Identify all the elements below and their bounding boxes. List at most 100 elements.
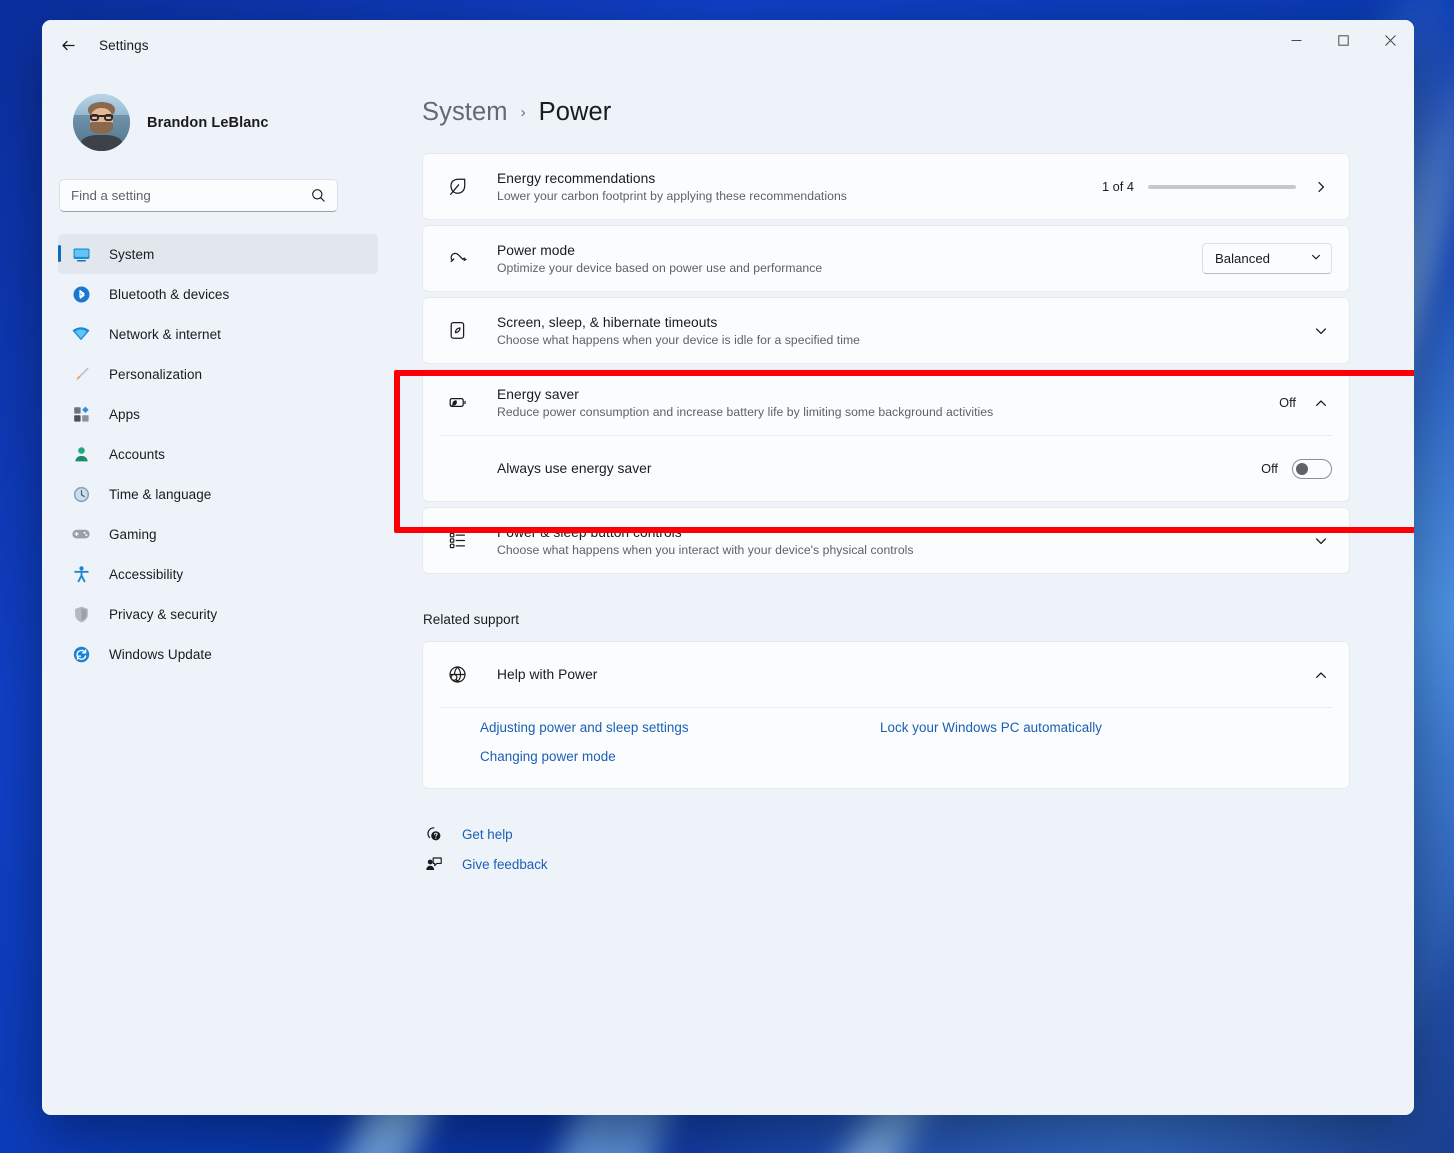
related-support-label: Related support [423, 612, 520, 627]
help-icon [423, 825, 445, 843]
sidebar-item-apps[interactable]: Apps [58, 394, 378, 434]
card-power-sleep-button-controls[interactable]: Power & sleep button controls Choose wha… [422, 507, 1350, 574]
sidebar-item-label: Accounts [109, 446, 165, 462]
chevron-down-icon [1310, 251, 1322, 266]
energy-saver-state: Off [1279, 395, 1296, 410]
avatar [73, 94, 130, 151]
window-title: Settings [99, 37, 149, 53]
power-plug-icon [440, 247, 474, 270]
settings-window: Settings Brandon LeBlanc Find a setting … [42, 20, 1414, 1115]
support-links-column-1: Adjusting power and sleep settings Chang… [480, 720, 880, 764]
sidebar-item-privacy-security[interactable]: Privacy & security [58, 594, 378, 634]
person-icon [67, 445, 95, 464]
chevron-right-icon: › [520, 104, 526, 121]
sidebar-item-label: System [109, 246, 155, 262]
support-links-column-2: Lock your Windows PC automatically [880, 720, 1102, 764]
window-caption-buttons [1273, 20, 1414, 70]
sidebar: Brandon LeBlanc Find a setting System Bl… [42, 70, 394, 1115]
support-links: Adjusting power and sleep settings Chang… [423, 708, 1349, 788]
apps-grid-icon [67, 405, 95, 424]
wifi-icon [67, 324, 95, 344]
breadcrumb: System › Power [422, 98, 1350, 127]
refresh-circle-icon [67, 645, 95, 664]
chevron-right-icon[interactable] [1310, 176, 1332, 198]
sidebar-item-label: Gaming [109, 526, 157, 542]
sidebar-item-label: Accessibility [109, 566, 184, 582]
profile-name: Brandon LeBlanc [147, 114, 269, 131]
sidebar-item-label: Bluetooth & devices [109, 286, 230, 302]
sidebar-item-label: Time & language [109, 486, 212, 502]
sidebar-item-accounts[interactable]: Accounts [58, 434, 378, 474]
sidebar-item-gaming[interactable]: Gaming [58, 514, 378, 554]
chevron-down-icon[interactable] [1310, 530, 1332, 552]
card-subtitle: Optimize your device based on power use … [497, 260, 823, 275]
globe-search-icon [440, 663, 474, 686]
maximize-button[interactable] [1320, 20, 1367, 60]
shield-icon [67, 605, 95, 624]
back-button[interactable] [51, 28, 85, 62]
paintbrush-icon [67, 365, 95, 384]
card-subtitle: Reduce power consumption and increase ba… [497, 404, 994, 419]
sidebar-nav: System Bluetooth & devices Network & int… [58, 234, 378, 674]
give-feedback-link[interactable]: Give feedback [423, 855, 1350, 873]
footer-links: Get help Give feedback [422, 825, 1350, 873]
card-title: Power mode [497, 242, 575, 258]
search-input[interactable] [71, 188, 311, 203]
sidebar-item-label: Apps [109, 406, 140, 422]
card-help-with-power[interactable]: Help with Power Adjusting power and slee… [422, 641, 1350, 789]
sidebar-item-system[interactable]: System [58, 234, 378, 274]
always-use-energy-saver-toggle[interactable] [1292, 458, 1332, 479]
progress-label: 1 of 4 [1101, 179, 1134, 194]
search-box[interactable] [59, 179, 338, 212]
card-subtitle: Choose what happens when you interact wi… [497, 542, 914, 557]
support-link[interactable]: Adjusting power and sleep settings [480, 720, 880, 735]
card-title: Screen, sleep, & hibernate timeouts [497, 314, 718, 330]
search-section [59, 179, 378, 212]
sidebar-item-label: Windows Update [109, 646, 212, 662]
profile-section[interactable]: Brandon LeBlanc [58, 70, 378, 151]
chevron-up-icon[interactable] [1310, 392, 1332, 414]
power-mode-dropdown[interactable]: Balanced [1202, 243, 1332, 274]
card-subtitle: Lower your carbon footprint by applying … [497, 188, 847, 203]
get-help-link[interactable]: Get help [423, 825, 1350, 843]
card-screen-sleep-hibernate-timeouts[interactable]: Screen, sleep, & hibernate timeouts Choo… [422, 297, 1350, 364]
minimize-button[interactable] [1273, 20, 1320, 60]
card-title: Energy recommendations [497, 170, 656, 186]
progress-bar [1148, 184, 1296, 189]
footer-link-label: Give feedback [462, 856, 548, 872]
sidebar-item-network-internet[interactable]: Network & internet [58, 314, 378, 354]
sidebar-item-windows-update[interactable]: Windows Update [58, 634, 378, 674]
support-link[interactable]: Changing power mode [480, 749, 880, 764]
footer-link-label: Get help [462, 826, 513, 842]
card-title: Energy saver [497, 386, 579, 402]
row-always-use-energy-saver: Always use energy saver Off [423, 436, 1349, 501]
chevron-down-icon[interactable] [1310, 320, 1332, 342]
chevron-up-icon[interactable] [1310, 664, 1332, 686]
sidebar-item-label: Privacy & security [109, 606, 218, 622]
titlebar: Settings [42, 20, 1414, 70]
search-icon[interactable] [311, 188, 326, 203]
sidebar-item-label: Network & internet [109, 326, 221, 342]
leaf-icon [440, 175, 474, 198]
card-title: Power & sleep button controls [497, 524, 682, 540]
toggle-state-label: Off [1261, 461, 1278, 476]
close-button[interactable] [1367, 20, 1414, 60]
sidebar-item-personalization[interactable]: Personalization [58, 354, 378, 394]
monitor-icon [67, 245, 95, 264]
setting-label: Always use energy saver [497, 461, 652, 476]
sidebar-item-time-language[interactable]: Time & language [58, 474, 378, 514]
screen-sleep-icon [440, 319, 474, 342]
sidebar-item-accessibility[interactable]: Accessibility [58, 554, 378, 594]
card-energy-recommendations[interactable]: Energy recommendations Lower your carbon… [422, 153, 1350, 220]
page-title: Power [538, 98, 612, 126]
sidebar-item-bluetooth-devices[interactable]: Bluetooth & devices [58, 274, 378, 314]
card-title: Help with Power [497, 667, 598, 682]
bluetooth-icon [67, 285, 95, 304]
gamepad-icon [67, 524, 95, 544]
main-content: System › Power Energy recommendations Lo… [394, 70, 1414, 1115]
clock-globe-icon [67, 485, 95, 504]
card-power-mode[interactable]: Power mode Optimize your device based on… [422, 225, 1350, 292]
support-link[interactable]: Lock your Windows PC automatically [880, 720, 1102, 735]
breadcrumb-parent[interactable]: System [422, 98, 508, 127]
card-energy-saver[interactable]: Energy saver Reduce power consumption an… [422, 369, 1350, 502]
